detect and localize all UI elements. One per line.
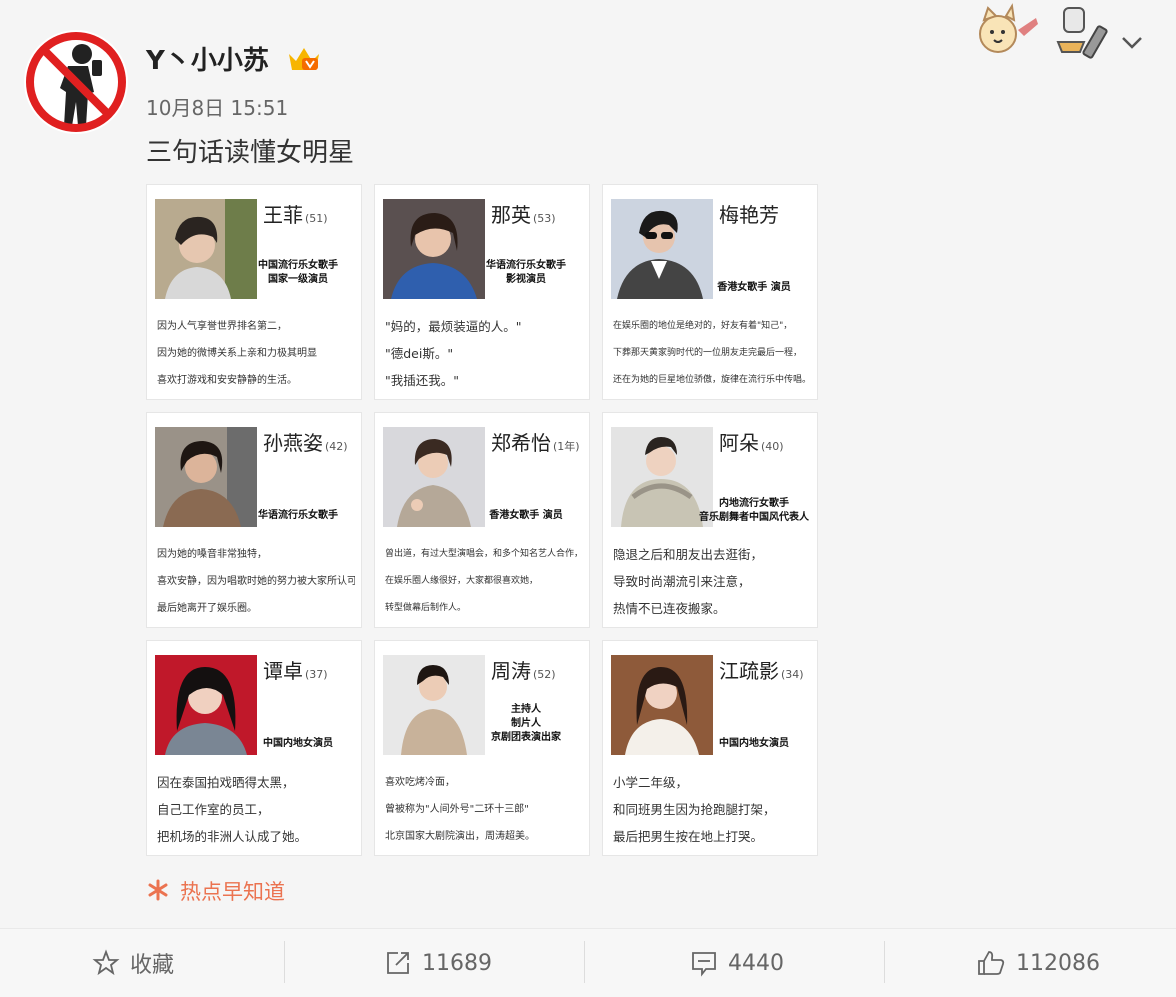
vip-crown-icon (289, 48, 319, 70)
image-card[interactable]: 梅艳芳 香港女歌手 演员 在娱乐圈的地位是绝对的，好友有着"知己"， 下葬那天黄家… (602, 184, 818, 400)
card-text: 因为她的嗓音非常独特， 喜欢安静，因为唱歌时她的努力被大家所认可， 最后她离开了娱乐… (157, 549, 355, 614)
favorite-button[interactable]: 收藏 (92, 945, 174, 981)
card-role: 华语流行乐女歌手 影视演员 (486, 260, 566, 285)
card-text: 小学二年级， 和同班男生因为抢跑腿打架， 最后把男生按在地上打哭。 (613, 775, 776, 844)
card-role: 中国内地女演员 (719, 738, 789, 749)
card-name: 周涛 (52) (491, 659, 556, 683)
thumbs-up-icon (978, 951, 1005, 975)
post-text: 三句话读懂女明星 (146, 138, 355, 168)
username[interactable]: Y丶小小苏 (146, 40, 269, 77)
card-text: 因在泰国拍戏晒得太黑， 自己工作室的员工， 把机场的非洲人认成了她。 (157, 775, 308, 844)
card-text: 因为人气享誉世界排名第二， 因为她的微博关系上亲和力极其明显 喜欢打游戏和安安静静的… (157, 321, 317, 386)
card-name: 阿朵 (40) (719, 431, 784, 455)
image-grid[interactable]: 王菲 (51) 中国流行乐女歌手 国家一级演员 因为人气享誉世界排名第二， 因为她的微… (146, 184, 822, 860)
no-phone-walking-icon (26, 32, 126, 132)
card-role: 华语流行乐女歌手 (258, 510, 338, 521)
card-name: 谭卓 (37) (263, 659, 328, 683)
repost-icon (387, 952, 409, 974)
card-role: 中国流行乐女歌手 国家一级演员 (258, 260, 338, 285)
image-card[interactable]: 郑希怡 (1年) 香港女歌手 演员 曾出道，有过大型演唱会，和多个知名艺人合作，在… (374, 412, 590, 628)
divider (584, 941, 585, 983)
card-text: 喜欢吃烤冷面， 曾被称为"人间外号"二环十三郎" 北京国家大剧院演出，周涛超美。 (385, 777, 535, 842)
comment-count: 4440 (728, 950, 784, 976)
comment-button[interactable]: 4440 (690, 945, 784, 981)
like-count: 112086 (1016, 950, 1100, 976)
image-card[interactable]: 阿朵 (40) 内地流行女歌手 音乐剧舞者中国风代表人 隐退之后和朋友出去逛街， 导致… (602, 412, 818, 628)
image-card[interactable]: 王菲 (51) 中国流行乐女歌手 国家一级演员 因为人气享誉世界排名第二， 因为她的微… (146, 184, 362, 400)
card-text: "妈的，最烦装逼的人。" "德dei斯。" "我插还我。" (385, 319, 522, 388)
like-button[interactable]: 112086 (976, 945, 1100, 981)
card-name: 梅艳芳 (719, 203, 779, 227)
card-role: 内地流行女歌手 音乐剧舞者中国风代表人 (699, 498, 809, 523)
divider (284, 941, 285, 983)
card-name: 孙燕姿 (42) (263, 431, 348, 455)
image-card[interactable]: 谭卓 (37) 中国内地女演员 因在泰国拍戏晒得太黑， 自己工作室的员工， 把机场的非… (146, 640, 362, 856)
card-name: 那英 (53) (491, 203, 556, 227)
action-bar: 收藏 11689 4440 112086 (0, 928, 1176, 997)
image-card[interactable]: 周涛 (52) 主持人 制片人 京剧团表演出家 喜欢吃烤冷面， 曾被称为"人间外号"二环… (374, 640, 590, 856)
hot-topic-icon (148, 879, 168, 901)
card-name: 江疏影 (34) (719, 659, 804, 683)
star-icon (92, 949, 120, 976)
avatar[interactable] (24, 30, 128, 134)
hot-topic-link[interactable]: 热点早知道 (180, 876, 285, 906)
card-role: 香港女歌手 演员 (489, 510, 563, 521)
card-role: 香港女歌手 演员 (717, 282, 791, 293)
image-card[interactable]: 那英 (53) 华语流行乐女歌手 影视演员 "妈的，最烦装逼的人。" "德dei斯。"… (374, 184, 590, 400)
image-card[interactable]: 孙燕姿 (42) 华语流行乐女歌手 因为她的嗓音非常独特， 喜欢安静，因为唱歌时她的… (146, 412, 362, 628)
card-text: 在娱乐圈的地位是绝对的，好友有着"知己"， 下葬那天黄家驹时代的一位朋友走完最后一… (613, 321, 811, 385)
card-name: 王菲 (51) (263, 203, 328, 227)
card-text: 曾出道，有过大型演唱会，和多个知名艺人合作， 在娱乐圈人缘很好，大家都很喜欢她，转… (385, 549, 583, 613)
repost-count: 11689 (422, 950, 492, 976)
chevron-down-icon[interactable] (1118, 30, 1146, 54)
comment-icon (692, 952, 716, 977)
card-text: 隐退之后和朋友出去逛街， 导致时尚潮流引来注意， 热情不已连夜搬家。 (613, 547, 764, 616)
repost-button[interactable]: 11689 (384, 945, 492, 981)
post-time[interactable]: 10月8日 15:51 (146, 92, 288, 121)
divider (884, 941, 885, 983)
card-role: 中国内地女演员 (263, 738, 333, 749)
image-card[interactable]: 江疏影 (34) 中国内地女演员 小学二年级， 和同班男生因为抢跑腿打架， 最后把男生… (602, 640, 818, 856)
decoration-stickers-icon (979, 3, 1108, 59)
favorite-label: 收藏 (130, 953, 175, 978)
card-name: 郑希怡 (1年) (491, 431, 580, 455)
card-role: 主持人 制片人 京剧团表演出家 (491, 704, 561, 743)
